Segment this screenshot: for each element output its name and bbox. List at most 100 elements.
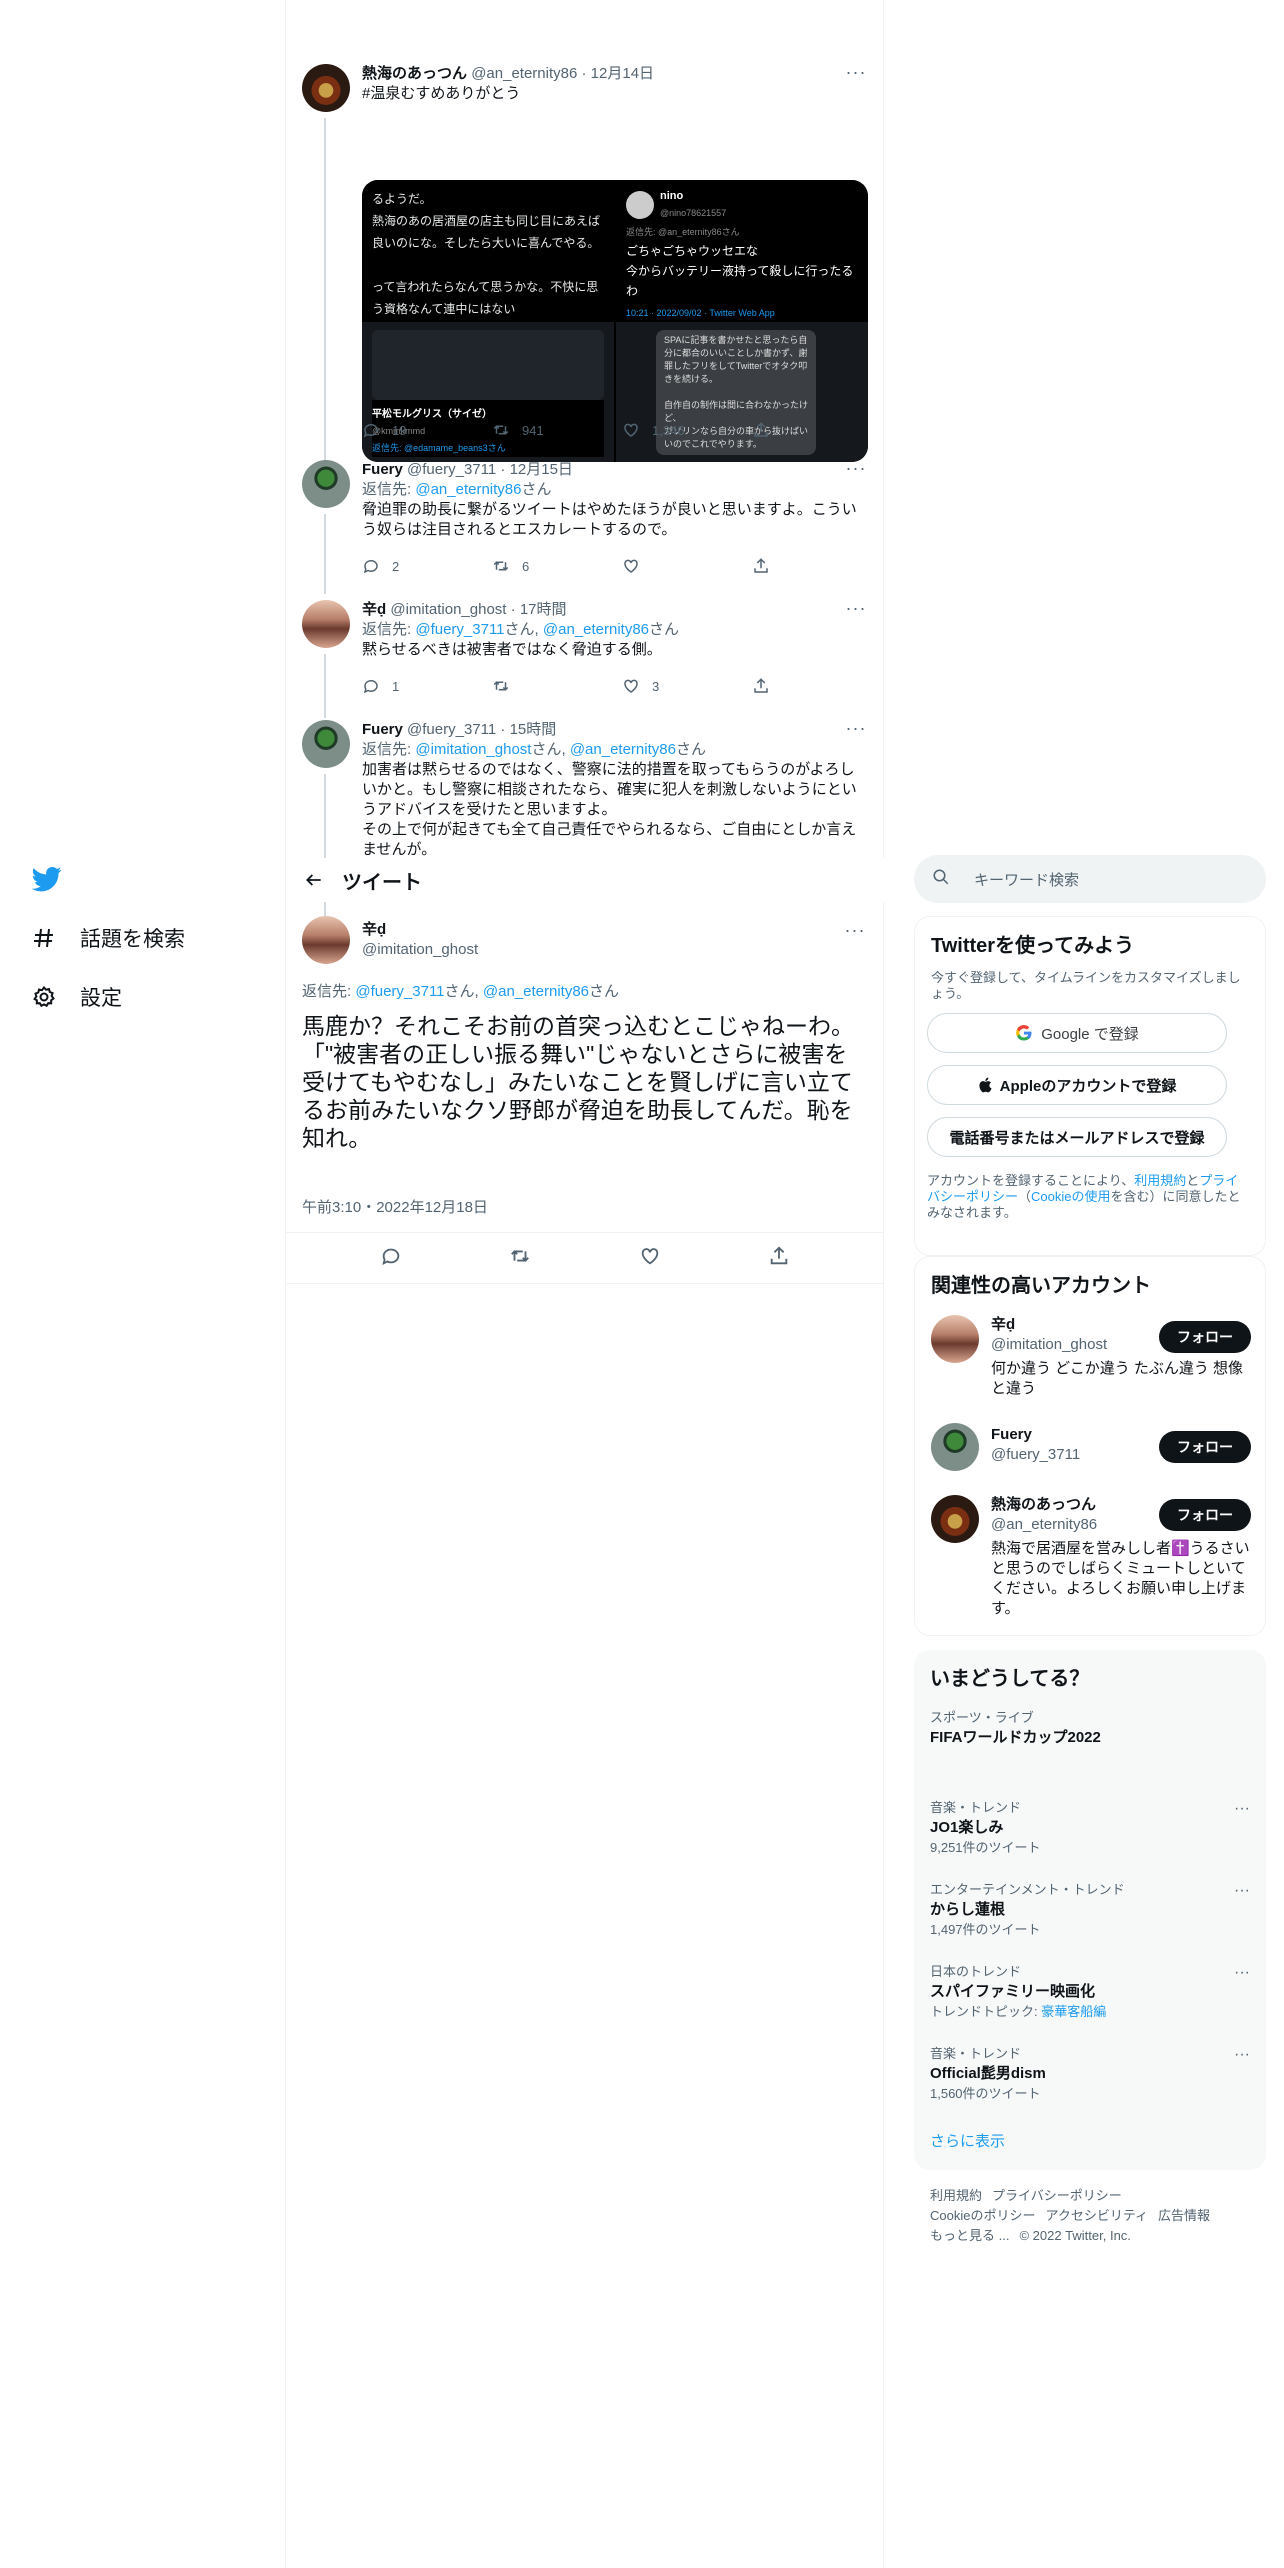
avatar[interactable] xyxy=(302,64,350,112)
footer-ads-link[interactable]: 広告情報 xyxy=(1158,2208,1210,2223)
media-image-1[interactable]: るようだ。 熱海のあの居酒屋の店主も同じ目にあえば良いのにな。そしたら大いに喜ん… xyxy=(362,180,614,320)
nav-settings[interactable]: 設定 xyxy=(30,977,122,1017)
reply-context: 返信先: @an_eternity86さん xyxy=(362,481,552,498)
retweet-button[interactable]: 6 xyxy=(492,556,622,576)
avatar[interactable] xyxy=(302,600,350,648)
related-user[interactable]: Fuery @fuery_3711 フォロー xyxy=(931,1423,1251,1479)
phone-email-signup-button[interactable]: 電話番号またはメールアドレスで登録 xyxy=(927,1117,1227,1157)
footer-more-link[interactable]: もっと見る ... xyxy=(930,2228,1009,2243)
reply-to-link[interactable]: @an_eternity86 xyxy=(415,481,521,498)
tweet-time[interactable]: 17時間 xyxy=(520,601,567,618)
cookie-link[interactable]: Cookieの使用 xyxy=(1031,1189,1110,1204)
reply-to-link[interactable]: @an_eternity86 xyxy=(483,983,589,1000)
avatar[interactable] xyxy=(302,916,350,964)
follow-button[interactable]: フォロー xyxy=(1159,1321,1251,1353)
hashtag-link[interactable]: #温泉むすめありがとう xyxy=(362,84,868,104)
author-handle[interactable]: @an_eternity86 xyxy=(471,65,577,82)
avatar[interactable] xyxy=(302,460,350,508)
right-sidebar: キーワード検索 Twitterを使ってみよう 今すぐ登録して、タイムラインをカス… xyxy=(914,0,1266,2568)
show-more-link[interactable]: さらに表示 xyxy=(930,2130,1005,2151)
retweet-button[interactable] xyxy=(492,676,622,696)
thread-tweet-1[interactable]: ··· 熱海のあっつん @an_eternity86 · 12月14日 #温泉む… xyxy=(286,60,884,498)
nav-explore[interactable]: 話題を検索 xyxy=(30,918,185,958)
reply-button[interactable]: 1 xyxy=(362,676,492,696)
related-user-handle[interactable]: @an_eternity86 xyxy=(991,1515,1097,1535)
retweet-icon[interactable] xyxy=(509,1245,531,1271)
retweet-button[interactable]: 941 xyxy=(492,420,622,440)
media-image-2[interactable]: nino @nino78621557 返信先: @an_eternity86さん… xyxy=(616,180,868,320)
apple-signup-button[interactable]: Appleのアカウントで登録 xyxy=(927,1065,1227,1105)
back-arrow-icon[interactable] xyxy=(286,870,342,890)
author-name[interactable]: 辛ḍ xyxy=(362,601,386,618)
reply-to-link[interactable]: @fuery_3711 xyxy=(415,621,504,638)
avatar[interactable] xyxy=(302,720,350,768)
more-icon[interactable]: ··· xyxy=(1234,2046,1250,2064)
reply-to-link[interactable]: @fuery_3711 xyxy=(355,983,444,1000)
author-name[interactable]: 熱海のあっつん xyxy=(362,65,467,82)
related-user-handle[interactable]: @imitation_ghost xyxy=(991,1335,1107,1355)
thread-tweet-3[interactable]: ··· 辛ḍ @imitation_ghost · 17時間 返信先: @fue… xyxy=(286,596,884,718)
tweet-time[interactable]: 12月14日 xyxy=(591,65,654,82)
author-handle[interactable]: @imitation_ghost xyxy=(390,601,506,618)
thread-tweet-2[interactable]: ··· Fuery @fuery_3711 · 12月15日 返信先: @an_… xyxy=(286,456,884,596)
search-icon xyxy=(932,868,974,890)
terms-link[interactable]: 利用規約 xyxy=(1134,1173,1186,1188)
like-button[interactable]: 3 xyxy=(622,676,752,696)
related-user-bio: 熱海で居酒屋を営みしし者✝️うるさいと思うのでしばらくミュートしといてください。… xyxy=(991,1540,1250,1617)
author-name[interactable]: Fuery xyxy=(362,721,403,738)
trend-item[interactable]: 日本のトレンド スパイファミリー映画化 トレンドトピック: 豪華客船編 ··· xyxy=(930,1964,1250,2020)
related-user-name[interactable]: Fuery xyxy=(991,1425,1032,1445)
reply-to-link[interactable]: @an_eternity86 xyxy=(543,621,649,638)
reply-to-link[interactable]: @imitation_ghost xyxy=(415,741,531,758)
related-user-name[interactable]: 辛ḍ xyxy=(991,1315,1015,1335)
trend-item[interactable]: 音楽・トレンド JO1楽しみ 9,251件のツイート ··· xyxy=(930,1800,1250,1856)
footer-terms-link[interactable]: 利用規約 xyxy=(930,2188,982,2203)
follow-button[interactable]: フォロー xyxy=(1159,1499,1251,1531)
focus-timestamp[interactable]: 午前3:10・2022年12月18日 xyxy=(302,1196,488,1217)
more-icon[interactable]: ··· xyxy=(1234,1964,1250,1982)
reply-button[interactable]: 2 xyxy=(362,556,492,576)
google-signup-button[interactable]: Google で登録 xyxy=(927,1013,1227,1053)
related-user[interactable]: 辛ḍ @imitation_ghost 何か違う どこか違う たぶん違う 想像と… xyxy=(931,1315,1251,1405)
author-name[interactable]: Fuery xyxy=(362,461,403,478)
reply-icon[interactable] xyxy=(380,1245,402,1271)
avatar[interactable] xyxy=(931,1423,979,1471)
avatar[interactable] xyxy=(931,1495,979,1543)
reply-to-link[interactable]: @an_eternity86 xyxy=(570,741,676,758)
share-button[interactable] xyxy=(752,556,782,576)
more-icon[interactable]: ··· xyxy=(1234,1882,1250,1900)
share-button[interactable] xyxy=(752,676,782,696)
avatar[interactable] xyxy=(931,1315,979,1363)
footer-cookie-link[interactable]: Cookieのポリシー xyxy=(930,2208,1035,2223)
tweet-time[interactable]: 12月15日 xyxy=(510,461,573,478)
author-handle[interactable]: @imitation_ghost xyxy=(362,940,478,960)
author-name[interactable]: 辛ḍ xyxy=(362,920,478,940)
more-icon[interactable]: ··· xyxy=(843,921,867,944)
like-button[interactable] xyxy=(622,556,752,576)
author-handle[interactable]: @fuery_3711 xyxy=(407,721,496,738)
share-icon[interactable] xyxy=(768,1245,790,1271)
related-title: 関連性の高いアカウント xyxy=(931,1275,1151,1297)
like-button[interactable]: 1,346 xyxy=(622,420,752,440)
twitter-logo-icon[interactable] xyxy=(30,864,66,900)
thread-tweet-4[interactable]: ··· Fuery @fuery_3711 · 15時間 返信先: @imita… xyxy=(286,716,884,858)
related-user-name[interactable]: 熱海のあっつん xyxy=(991,1495,1096,1515)
footer-privacy-link[interactable]: プライバシーポリシー xyxy=(992,2188,1122,2203)
related-user[interactable]: 熱海のあっつん @an_eternity86 熱海で居酒屋を営みしし者✝️うるさ… xyxy=(931,1495,1251,1625)
media-image-3[interactable]: 平松モルグリス（サイゼ） @kmmkmmd 返信先: @edamame_bean… xyxy=(362,322,614,462)
trend-topic-link[interactable]: 豪華客船編 xyxy=(1041,2004,1106,2019)
author-handle[interactable]: @fuery_3711 xyxy=(407,461,496,478)
trend-item[interactable]: スポーツ・ライブ FIFAワールドカップ2022 xyxy=(930,1710,1250,1748)
reply-button[interactable]: 19 xyxy=(362,420,492,440)
trend-item[interactable]: エンターテインメント・トレンド からし蓮根 1,497件のツイート ··· xyxy=(930,1882,1250,1938)
follow-button[interactable]: フォロー xyxy=(1159,1431,1251,1463)
search-input[interactable]: キーワード検索 xyxy=(914,855,1266,903)
tweet-time[interactable]: 15時間 xyxy=(510,721,557,738)
like-icon[interactable] xyxy=(639,1245,661,1271)
media-image-4[interactable]: SPAに記事を書かせたと思ったら自分に都合のいいことしか書かず、謝罪したフリをし… xyxy=(616,322,868,462)
trend-item[interactable]: 音楽・トレンド Official髭男dism 1,560件のツイート ··· xyxy=(930,2046,1250,2102)
share-button[interactable] xyxy=(752,420,782,440)
footer-accessibility-link[interactable]: アクセシビリティ xyxy=(1045,2208,1148,2223)
related-user-handle[interactable]: @fuery_3711 xyxy=(991,1445,1080,1465)
more-icon[interactable]: ··· xyxy=(1234,1800,1250,1818)
